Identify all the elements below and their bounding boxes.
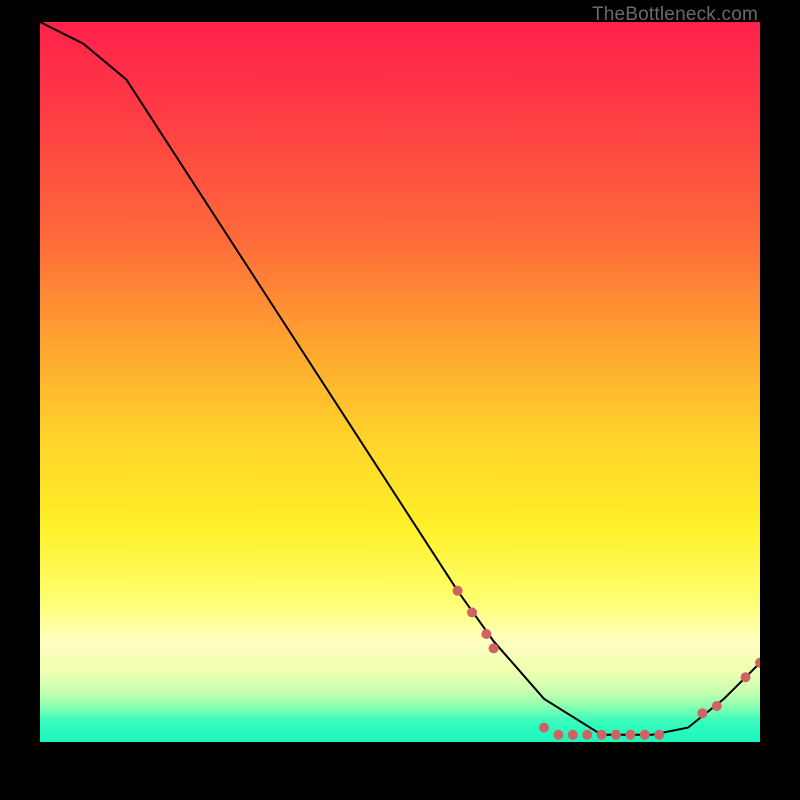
curve-marker — [453, 586, 463, 596]
curve-marker — [640, 730, 650, 740]
curve-marker — [654, 730, 664, 740]
curve-markers — [453, 586, 760, 740]
plot-area — [40, 22, 760, 742]
curve-marker — [568, 730, 578, 740]
curve-marker — [553, 730, 563, 740]
curve-marker — [597, 730, 607, 740]
curve-marker — [489, 643, 499, 653]
curve-marker — [539, 723, 549, 733]
bottleneck-curve-line — [40, 22, 760, 735]
curve-marker — [697, 708, 707, 718]
curve-marker — [625, 730, 635, 740]
curve-marker — [467, 607, 477, 617]
curve-marker — [712, 701, 722, 711]
curve-marker — [741, 672, 751, 682]
chart-frame: TheBottleneck.com — [0, 0, 800, 800]
curve-marker — [611, 730, 621, 740]
curve-marker — [481, 629, 491, 639]
curve-svg — [40, 22, 760, 742]
curve-marker — [582, 730, 592, 740]
